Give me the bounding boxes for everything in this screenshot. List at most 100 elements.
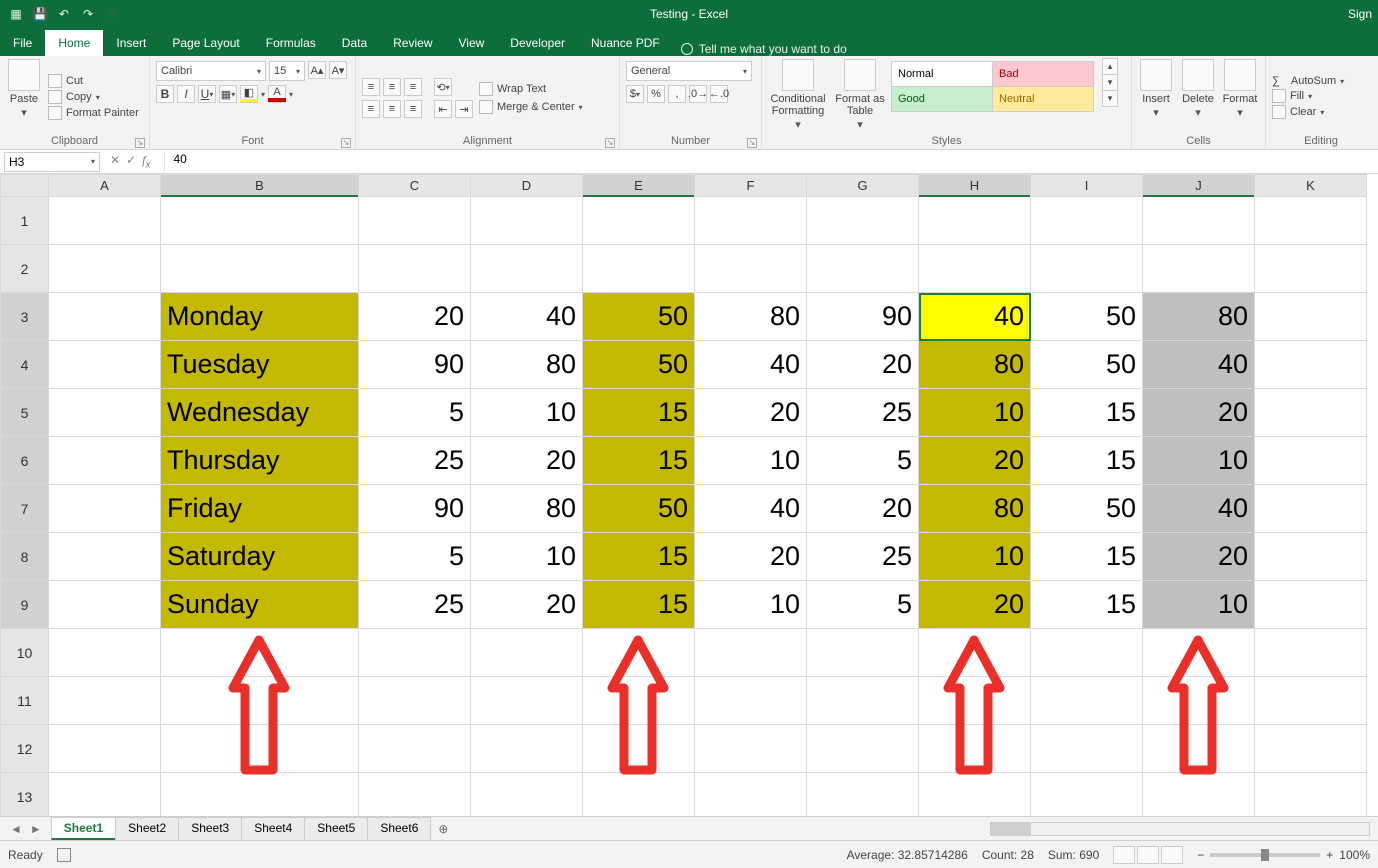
accounting-format-button[interactable]: $▾ (626, 85, 644, 103)
cell-B1[interactable] (161, 197, 359, 245)
cell-I7[interactable]: 50 (1031, 485, 1143, 533)
align-bottom-button[interactable]: ≡ (404, 78, 422, 96)
cell-F5[interactable]: 20 (695, 389, 807, 437)
percent-format-button[interactable]: % (647, 85, 665, 103)
cell-K10[interactable] (1255, 629, 1367, 677)
cell-J6[interactable]: 10 (1143, 437, 1255, 485)
tab-formulas[interactable]: Formulas (253, 30, 329, 56)
gallery-up-button[interactable]: ▴ (1102, 58, 1118, 75)
sheet-nav-next[interactable]: ► (30, 822, 42, 836)
cell-I1[interactable] (1031, 197, 1143, 245)
cell-D3[interactable]: 40 (471, 293, 583, 341)
tab-nuance-pdf[interactable]: Nuance PDF (578, 30, 673, 56)
format-painter-button[interactable]: Format Painter (48, 106, 139, 120)
view-page-break-button[interactable] (1161, 846, 1183, 864)
cell-I12[interactable] (1031, 725, 1143, 773)
cell-C4[interactable]: 90 (359, 341, 471, 389)
align-middle-button[interactable]: ≡ (383, 78, 401, 96)
decrease-indent-button[interactable]: ⇤ (434, 100, 452, 118)
cell-F1[interactable] (695, 197, 807, 245)
col-header-I[interactable]: I (1031, 175, 1143, 197)
gallery-more-button[interactable]: ▾ (1102, 90, 1118, 107)
cell-G9[interactable]: 5 (807, 581, 919, 629)
cell-K4[interactable] (1255, 341, 1367, 389)
cell-I5[interactable]: 15 (1031, 389, 1143, 437)
dialog-launcher-icon[interactable]: ↘ (135, 138, 145, 148)
cell-E3[interactable]: 50 (583, 293, 695, 341)
cell-D13[interactable] (471, 773, 583, 817)
format-as-table-button[interactable]: Format as Table▾ (834, 59, 886, 135)
delete-cells-button[interactable]: Delete▾ (1180, 59, 1216, 135)
cell-A6[interactable] (49, 437, 161, 485)
sheet-tab-sheet2[interactable]: Sheet2 (115, 817, 179, 840)
cell-style-good[interactable]: Good (891, 86, 993, 112)
row-header-10[interactable]: 10 (1, 629, 49, 677)
cell-I11[interactable] (1031, 677, 1143, 725)
cell-B3[interactable]: Monday (161, 293, 359, 341)
cell-G12[interactable] (807, 725, 919, 773)
row-header-6[interactable]: 6 (1, 437, 49, 485)
cell-C3[interactable]: 20 (359, 293, 471, 341)
cell-K9[interactable] (1255, 581, 1367, 629)
decrease-decimal-button[interactable]: ←.0 (710, 85, 728, 103)
cell-H9[interactable]: 20 (919, 581, 1031, 629)
cell-A9[interactable] (49, 581, 161, 629)
select-all-corner[interactable] (1, 175, 49, 197)
cell-C11[interactable] (359, 677, 471, 725)
cell-I13[interactable] (1031, 773, 1143, 817)
cell-C9[interactable]: 25 (359, 581, 471, 629)
cell-J5[interactable]: 20 (1143, 389, 1255, 437)
col-header-K[interactable]: K (1255, 175, 1367, 197)
cut-button[interactable]: Cut (48, 74, 139, 88)
cell-J1[interactable] (1143, 197, 1255, 245)
tab-page-layout[interactable]: Page Layout (159, 30, 252, 56)
cell-H10[interactable] (919, 629, 1031, 677)
cell-K13[interactable] (1255, 773, 1367, 817)
cell-J7[interactable]: 40 (1143, 485, 1255, 533)
undo-icon[interactable]: ↶ (56, 6, 72, 22)
cell-K12[interactable] (1255, 725, 1367, 773)
cell-F13[interactable] (695, 773, 807, 817)
enter-button[interactable]: ✓ (126, 153, 136, 170)
zoom-control[interactable]: − + 100% (1197, 848, 1370, 862)
cell-J12[interactable] (1143, 725, 1255, 773)
cell-D10[interactable] (471, 629, 583, 677)
cell-C10[interactable] (359, 629, 471, 677)
sheet-tab-sheet5[interactable]: Sheet5 (304, 817, 368, 840)
cell-H6[interactable]: 20 (919, 437, 1031, 485)
autosum-button[interactable]: ∑ AutoSum▾ (1272, 75, 1344, 87)
col-header-E[interactable]: E (583, 175, 695, 197)
decrease-font-button[interactable]: A▾ (329, 61, 347, 79)
cell-E2[interactable] (583, 245, 695, 293)
cell-A4[interactable] (49, 341, 161, 389)
cell-D11[interactable] (471, 677, 583, 725)
sheet-tab-sheet1[interactable]: Sheet1 (51, 817, 116, 840)
view-normal-button[interactable] (1113, 846, 1135, 864)
cell-I2[interactable] (1031, 245, 1143, 293)
merge-center-button[interactable]: Merge & Center▾ (479, 100, 583, 114)
cell-F8[interactable]: 20 (695, 533, 807, 581)
insert-cells-button[interactable]: Insert▾ (1138, 59, 1174, 135)
sheet-tab-sheet4[interactable]: Sheet4 (241, 817, 305, 840)
cell-B5[interactable]: Wednesday (161, 389, 359, 437)
cell-E1[interactable] (583, 197, 695, 245)
tab-view[interactable]: View (446, 30, 498, 56)
copy-button[interactable]: Copy▾ (48, 90, 139, 104)
cell-K11[interactable] (1255, 677, 1367, 725)
cell-F9[interactable]: 10 (695, 581, 807, 629)
cell-K1[interactable] (1255, 197, 1367, 245)
cell-B13[interactable] (161, 773, 359, 817)
cell-F7[interactable]: 40 (695, 485, 807, 533)
conditional-formatting-button[interactable]: Conditional Formatting▾ (768, 59, 828, 135)
cell-E9[interactable]: 15 (583, 581, 695, 629)
sheet-nav-prev[interactable]: ◄ (10, 822, 22, 836)
cell-F12[interactable] (695, 725, 807, 773)
cell-J3[interactable]: 80 (1143, 293, 1255, 341)
gallery-down-button[interactable]: ▾ (1102, 74, 1118, 91)
cell-D4[interactable]: 80 (471, 341, 583, 389)
col-header-F[interactable]: F (695, 175, 807, 197)
col-header-H[interactable]: H (919, 175, 1031, 197)
horizontal-scrollbar[interactable] (990, 822, 1370, 836)
underline-button[interactable]: U▾ (198, 85, 216, 103)
sheet-tab-sheet3[interactable]: Sheet3 (178, 817, 242, 840)
